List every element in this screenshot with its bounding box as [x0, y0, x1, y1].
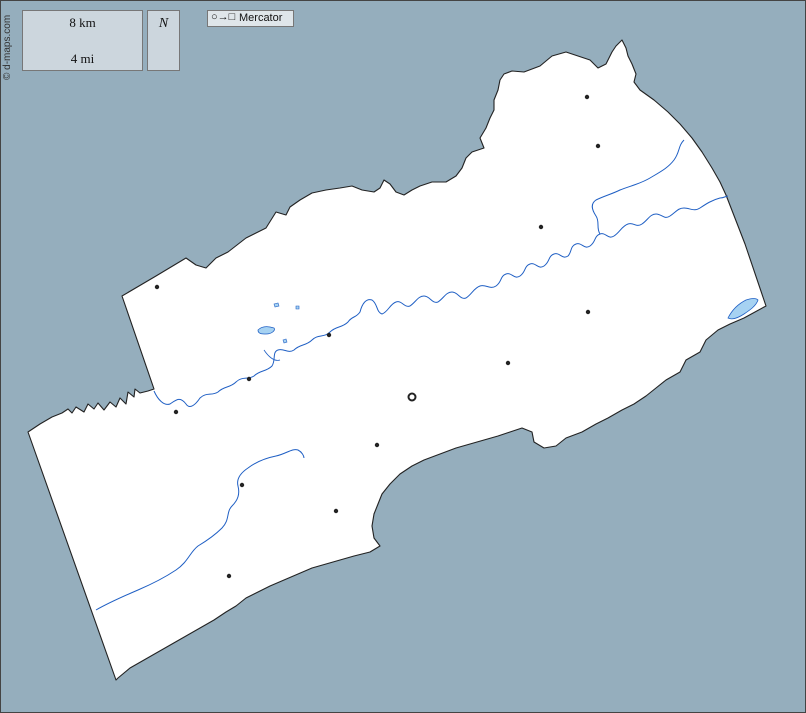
city-dot-icon	[584, 94, 590, 100]
pond-1	[273, 302, 280, 308]
credit: © d-maps.com	[2, 12, 16, 82]
credit-text: © d-maps.com	[2, 14, 13, 80]
city-dot-icon	[246, 376, 252, 382]
city-dot-icon	[585, 309, 591, 315]
city-dot-icon	[374, 442, 380, 448]
city-dot-icon	[505, 360, 511, 366]
projection-label: Mercator	[239, 12, 283, 24]
projection-panel: ○→□ Mercator	[207, 10, 294, 27]
map-canvas	[0, 0, 806, 713]
north-panel: N	[147, 10, 180, 71]
city-dot-icon	[154, 284, 160, 290]
scale-mi-label: 4 mi	[70, 51, 95, 66]
city-dot-icon	[173, 409, 179, 415]
city-dot-icon	[326, 332, 332, 338]
city-dot-icon	[333, 508, 339, 514]
pond-2	[295, 305, 300, 310]
projection-symbol-icon: ○→□	[211, 11, 236, 23]
scale-km-label: 8 km	[69, 15, 96, 30]
lake-west	[257, 326, 275, 335]
city-dot-icon	[595, 143, 601, 149]
city-dot-icon	[239, 482, 245, 488]
city-dot-icon	[226, 573, 232, 579]
north-label: N	[158, 16, 169, 31]
city-dot-icon	[538, 224, 544, 230]
pond-3	[282, 338, 288, 344]
scale-panel: 8 km 4 mi	[22, 10, 143, 71]
